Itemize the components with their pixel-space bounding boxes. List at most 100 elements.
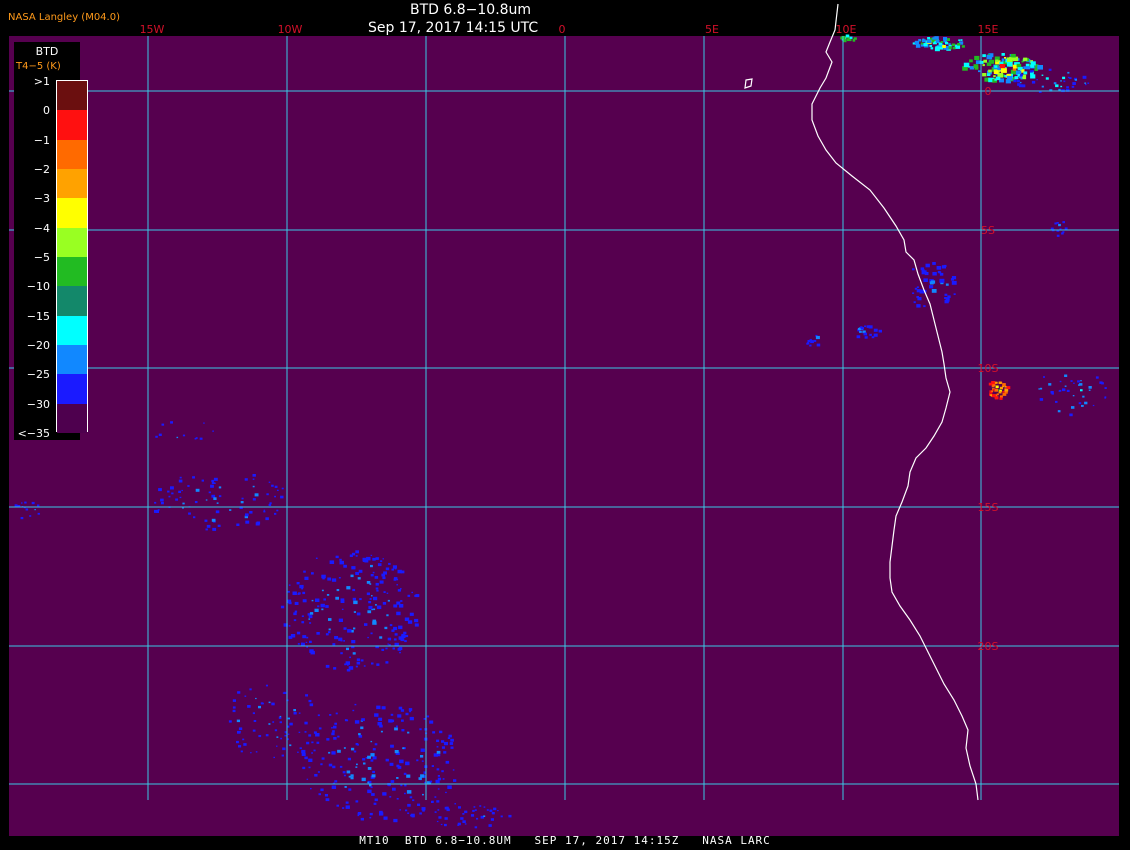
cloud-pixel bbox=[437, 809, 440, 811]
cloud-pixel bbox=[321, 757, 325, 760]
cloud-pixel bbox=[305, 641, 308, 643]
cloud-pixel bbox=[373, 608, 376, 611]
cloud-pixel bbox=[247, 705, 251, 708]
cloud-pixel bbox=[25, 508, 29, 511]
cloud-pixel bbox=[392, 565, 397, 569]
legend-swatch bbox=[57, 169, 87, 199]
cloud-pixel bbox=[34, 509, 36, 511]
cloud-pixel bbox=[974, 66, 979, 70]
cloud-pixel bbox=[1081, 404, 1084, 407]
legend-tick-label: −20 bbox=[26, 339, 50, 352]
cloud-pixel bbox=[404, 617, 410, 621]
cloud-pixel bbox=[355, 550, 359, 554]
cloud-pixel bbox=[308, 734, 312, 737]
cloud-pixel bbox=[317, 771, 320, 773]
cloud-pixel bbox=[348, 788, 352, 791]
cloud-pixel bbox=[1066, 389, 1070, 392]
cloud-pixel bbox=[217, 524, 221, 527]
cloud-pixel bbox=[370, 753, 375, 757]
cloud-pixel bbox=[288, 635, 293, 639]
cloud-pixel bbox=[497, 810, 499, 812]
cloud-pixel bbox=[951, 280, 957, 285]
cloud-pixel bbox=[370, 759, 374, 762]
cloud-pixel bbox=[982, 54, 986, 58]
cloud-pixel bbox=[813, 339, 817, 342]
cloud-pixel bbox=[317, 605, 320, 608]
latitude-label: 15S bbox=[978, 501, 999, 514]
latitude-label: 20S bbox=[978, 640, 999, 653]
cloud-pixel bbox=[1071, 85, 1075, 88]
cloud-pixel bbox=[376, 705, 381, 710]
legend-swatch bbox=[57, 257, 87, 287]
cloud-pixel bbox=[351, 566, 356, 570]
cloud-pixel bbox=[332, 643, 336, 646]
cloud-pixel bbox=[272, 721, 275, 723]
latitude-label: 10S bbox=[978, 362, 999, 375]
cloud-pixel bbox=[992, 388, 995, 391]
cloud-pixel bbox=[215, 510, 220, 514]
cloud-pixel bbox=[343, 774, 346, 777]
cloud-pixel bbox=[240, 750, 243, 753]
cloud-pixel bbox=[936, 266, 942, 270]
cloud-pixel bbox=[436, 800, 440, 803]
cloud-pixel bbox=[340, 599, 345, 603]
cloud-pixel bbox=[370, 574, 374, 577]
cloud-pixel bbox=[309, 640, 312, 643]
cloud-pixel bbox=[325, 605, 329, 608]
cloud-pixel bbox=[1041, 85, 1044, 88]
cloud-pixel bbox=[302, 635, 307, 639]
cloud-pixel bbox=[331, 751, 336, 755]
cloud-pixel bbox=[341, 608, 344, 610]
cloud-pixel bbox=[996, 393, 999, 396]
cloud-pixel bbox=[995, 381, 998, 384]
cloud-pixel bbox=[1062, 221, 1065, 224]
cloud-pixel bbox=[371, 793, 375, 796]
cloud-pixel bbox=[356, 661, 361, 665]
cloud-pixel bbox=[912, 268, 915, 271]
cloud-pixel bbox=[350, 776, 354, 780]
cloud-pixel bbox=[276, 509, 279, 512]
cloud-pixel bbox=[1014, 76, 1019, 80]
cloud-pixel bbox=[1084, 401, 1088, 405]
cloud-pixel bbox=[211, 494, 216, 498]
cloud-pixel bbox=[957, 43, 961, 46]
cloud-pixel bbox=[458, 806, 461, 809]
cloud-pixel bbox=[364, 623, 368, 626]
cloud-pixel bbox=[170, 421, 173, 424]
cloud-pixel bbox=[843, 38, 846, 42]
cloud-pixel bbox=[327, 577, 332, 581]
cloud-pixel bbox=[441, 746, 445, 749]
cloud-pixel bbox=[232, 706, 236, 709]
cloud-pixel bbox=[1030, 61, 1036, 66]
cloud-pixel bbox=[321, 574, 326, 579]
cloud-pixel bbox=[304, 756, 308, 760]
cloud-pixel bbox=[236, 719, 240, 723]
cloud-pixel bbox=[306, 636, 309, 639]
cloud-pixel bbox=[370, 564, 373, 568]
cloud-pixel bbox=[286, 599, 292, 603]
cloud-pixel bbox=[939, 272, 944, 276]
cloud-pixel bbox=[212, 430, 214, 432]
cloud-pixel bbox=[404, 792, 406, 795]
cloud-pixel bbox=[1017, 67, 1022, 71]
cloud-pixel bbox=[371, 774, 376, 778]
cloud-pixel bbox=[432, 731, 436, 734]
cloud-pixel bbox=[1043, 376, 1045, 378]
cloud-pixel bbox=[1074, 79, 1077, 81]
cloud-pixel bbox=[1002, 392, 1007, 396]
cloud-pixel bbox=[405, 761, 410, 766]
cloud-pixel bbox=[937, 270, 941, 274]
cloud-pixel bbox=[306, 778, 309, 780]
cloud-pixel bbox=[293, 612, 297, 616]
cloud-pixel bbox=[352, 588, 356, 592]
cloud-pixel bbox=[859, 330, 862, 333]
cloud-pixel bbox=[1001, 53, 1005, 56]
cloud-pixel bbox=[14, 504, 18, 507]
cloud-pixel bbox=[334, 722, 337, 725]
cloud-pixel bbox=[370, 740, 373, 743]
cloud-pixel bbox=[914, 41, 920, 45]
cloud-pixel bbox=[479, 805, 482, 807]
cloud-pixel bbox=[280, 737, 282, 740]
legend-tick-label: >1 bbox=[33, 75, 50, 88]
cloud-pixel bbox=[929, 44, 933, 48]
